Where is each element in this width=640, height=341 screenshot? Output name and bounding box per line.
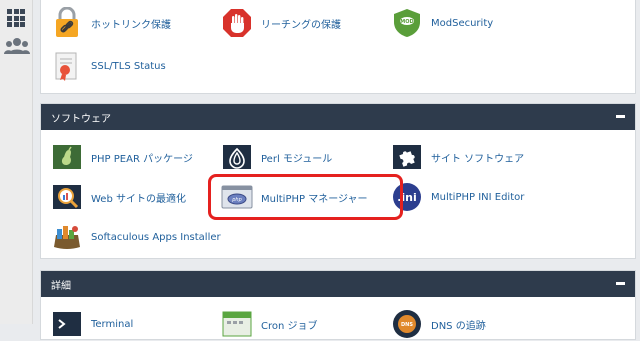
mod-shield-icon: MOD — [394, 9, 420, 37]
hotlink-protection-item[interactable]: ホットリンク保護 — [51, 6, 171, 40]
ssl-tls-status-label[interactable]: SSL/TLS Status — [91, 61, 166, 72]
ssl-certificate-icon — [55, 52, 77, 81]
security-panel: ホットリンク保護 リーチングの保護 MOD ModSecurity SSL/TL… — [40, 0, 636, 94]
softaculous-icon — [54, 226, 80, 249]
site-software-label[interactable]: サイト ソフトウェア — [431, 150, 524, 165]
perl-modules-item[interactable]: Perl モジュール — [221, 140, 332, 174]
svg-text:MOD: MOD — [400, 19, 413, 25]
advanced-panel-header[interactable]: 詳細 — [41, 271, 635, 297]
terminal-icon — [53, 312, 81, 336]
collapse-icon[interactable] — [616, 115, 625, 118]
terminal-label[interactable]: Terminal — [91, 319, 133, 330]
cron-jobs-item[interactable]: Cron ジョブ — [221, 307, 318, 341]
perl-modules-label[interactable]: Perl モジュール — [261, 150, 332, 165]
stop-hand-icon — [223, 9, 251, 37]
website-optimization-label[interactable]: Web サイトの最適化 — [91, 190, 186, 205]
cron-jobs-label[interactable]: Cron ジョブ — [261, 317, 318, 332]
hotlink-protection-label[interactable]: ホットリンク保護 — [91, 16, 171, 31]
dns-icon: DNS — [393, 310, 421, 338]
ssl-tls-status-item[interactable]: SSL/TLS Status — [51, 49, 166, 83]
multiphp-ini-editor-label[interactable]: MultiPHP INI Editor — [431, 192, 524, 203]
php-pear-item[interactable]: PHP PEAR パッケージ — [51, 140, 193, 174]
padlock-link-icon — [56, 7, 78, 37]
puzzle-icon — [393, 145, 421, 169]
apps-grid-icon[interactable] — [7, 9, 25, 27]
left-sidebar — [0, 0, 33, 324]
site-software-item[interactable]: サイト ソフトウェア — [391, 140, 524, 174]
dns-trace-item[interactable]: DNS DNS の追跡 — [391, 307, 486, 341]
pear-package-icon — [53, 145, 81, 169]
advanced-panel: 詳細 Terminal Cron ジョブ DNS DNS の追跡 — [40, 270, 636, 340]
calendar-icon — [222, 311, 252, 337]
website-optimization-item[interactable]: Web サイトの最適化 — [51, 180, 186, 214]
multiphp-ini-editor-item[interactable]: .ini MultiPHP INI Editor — [391, 180, 524, 214]
advanced-panel-title: 詳細 — [51, 280, 71, 292]
collapse-icon[interactable] — [616, 282, 625, 285]
software-panel-title: ソフトウェア — [51, 113, 111, 125]
leech-protection-label[interactable]: リーチングの保護 — [261, 16, 341, 31]
php-pear-label[interactable]: PHP PEAR パッケージ — [91, 150, 193, 165]
modsecurity-item[interactable]: MOD ModSecurity — [391, 6, 493, 40]
terminal-item[interactable]: Terminal — [51, 307, 133, 341]
dns-trace-label[interactable]: DNS の追跡 — [431, 317, 486, 332]
softaculous-item[interactable]: Softaculous Apps Installer — [51, 220, 221, 254]
svg-text:DNS: DNS — [401, 322, 413, 328]
leech-protection-item[interactable]: リーチングの保護 — [221, 6, 341, 40]
highlight-box — [208, 174, 403, 220]
main-content: ホットリンク保護 リーチングの保護 MOD ModSecurity SSL/TL… — [33, 0, 640, 340]
magnifier-chart-icon — [53, 185, 81, 209]
users-icon[interactable] — [4, 36, 30, 56]
software-panel-header[interactable]: ソフトウェア — [41, 104, 635, 130]
perl-onion-icon — [223, 145, 251, 169]
softaculous-label[interactable]: Softaculous Apps Installer — [91, 232, 221, 243]
modsecurity-label[interactable]: ModSecurity — [431, 18, 493, 29]
